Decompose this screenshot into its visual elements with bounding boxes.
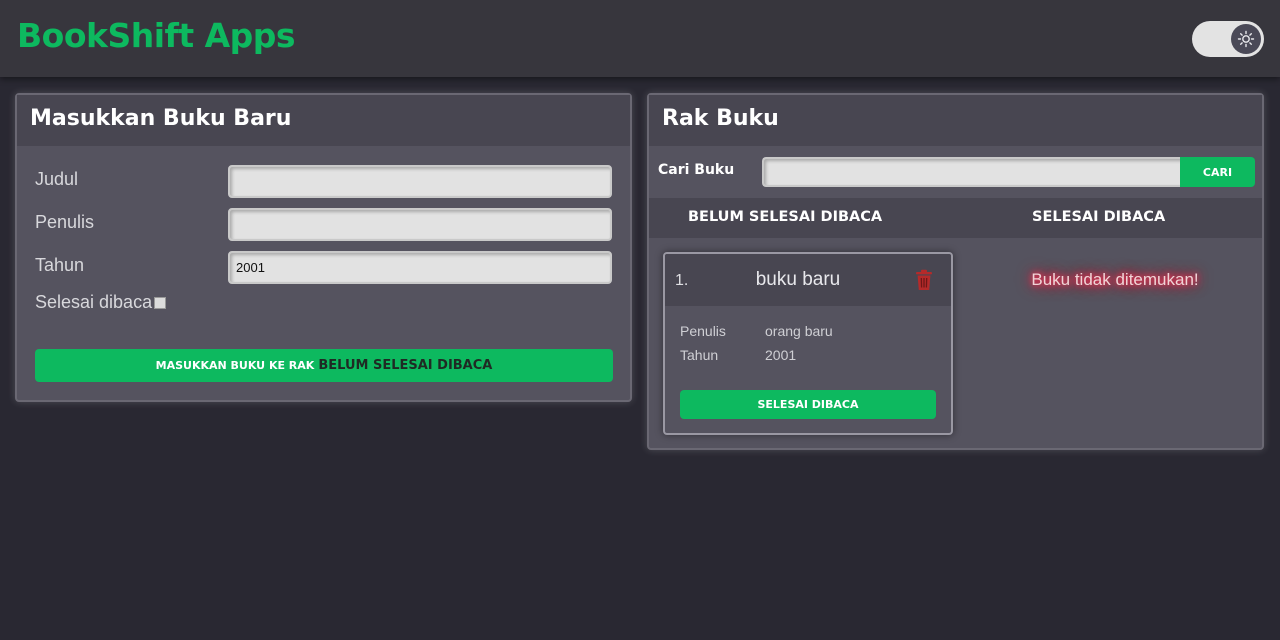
shelf-columns-header: BELUM SELESAI DIBACA SELESAI DIBACA [649, 198, 1262, 238]
book-year-row: Tahun 2001 [680, 347, 796, 363]
tahun-row: Tahun [35, 251, 615, 285]
selesai-label: Selesai dibaca [35, 292, 153, 312]
book-card: 1. buku baru Penulis orang baru Tahun 20… [663, 252, 953, 435]
app-header: BookShift Apps [0, 0, 1280, 77]
book-card-header: 1. buku baru [665, 254, 951, 306]
selesai-row: Selesai dibaca [35, 292, 167, 313]
not-found-message: Buku tidak ditemukan! [1031, 270, 1199, 289]
search-button[interactable]: CARI [1180, 157, 1255, 187]
penulis-input[interactable] [228, 208, 612, 241]
year-label: Tahun [680, 347, 719, 363]
search-input[interactable] [762, 157, 1182, 187]
add-book-title: Masukkan Buku Baru [17, 95, 630, 146]
selesai-checkbox[interactable] [154, 296, 167, 309]
add-book-panel: Masukkan Buku Baru Judul Penulis Tahun S… [15, 93, 632, 402]
trash-icon[interactable] [914, 269, 934, 296]
author-label: Penulis [680, 323, 726, 339]
tahun-label: Tahun [35, 255, 85, 275]
bookshelf-title: Rak Buku [649, 95, 1262, 146]
sun-icon [1231, 24, 1261, 54]
theme-toggle[interactable] [1192, 21, 1264, 57]
year-value: 2001 [765, 347, 797, 363]
column-read-title: SELESAI DIBACA [1032, 209, 1166, 225]
author-value: orang baru [765, 323, 833, 339]
judul-input[interactable] [228, 165, 612, 198]
book-author-row: Penulis orang baru [680, 323, 833, 339]
submit-book-button[interactable]: MASUKKAN BUKU KE RAK BELUM SELESAI DIBAC… [35, 349, 613, 382]
column-unread-title: BELUM SELESAI DIBACA [688, 209, 883, 225]
judul-label: Judul [35, 169, 79, 189]
search-label: Cari Buku [658, 162, 735, 178]
penulis-label: Penulis [35, 212, 95, 232]
mark-finished-button[interactable]: SELESAI DIBACA [680, 390, 936, 419]
bookshelf-panel: Rak Buku Cari Buku CARI BELUM SELESAI DI… [647, 93, 1264, 450]
book-title: buku baru [755, 269, 841, 290]
submit-prefix: MASUKKAN BUKU KE RAK [155, 359, 315, 372]
penulis-row: Penulis [35, 208, 615, 242]
tahun-input[interactable] [228, 251, 612, 284]
judul-row: Judul [35, 165, 615, 199]
app-title: BookShift Apps [17, 16, 296, 55]
submit-target: BELUM SELESAI DIBACA [318, 358, 493, 373]
